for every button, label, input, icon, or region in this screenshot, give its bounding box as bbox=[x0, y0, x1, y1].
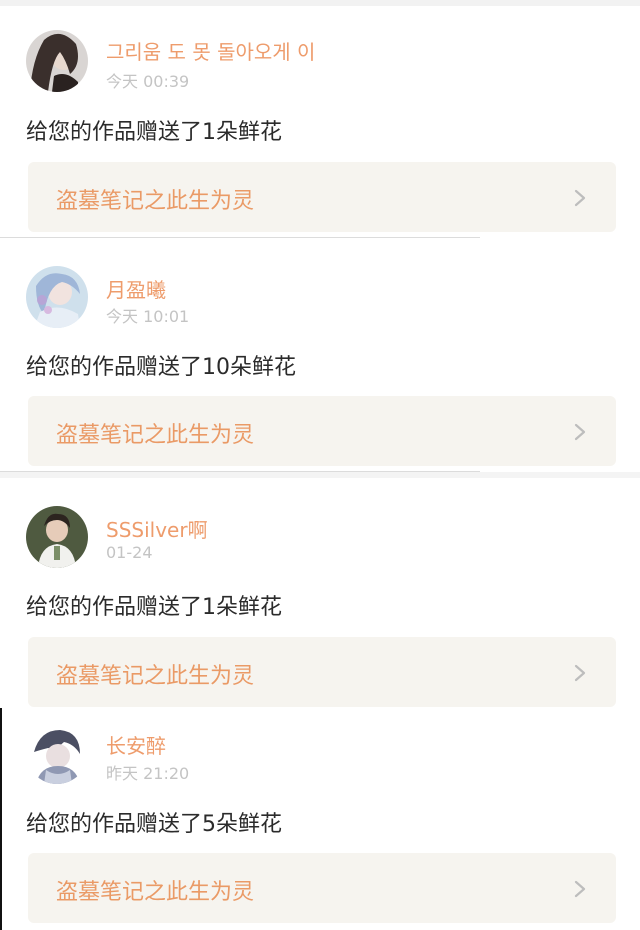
avatar[interactable] bbox=[26, 266, 88, 328]
item-divider bbox=[0, 237, 480, 238]
avatar[interactable] bbox=[26, 506, 88, 568]
username[interactable]: SSSilver啊 bbox=[106, 514, 208, 543]
avatar-illustrated-girl-image bbox=[26, 266, 88, 328]
notification-item: 长安醉 昨天 21:20 给您的作品赠送了5朵鲜花 盗墓笔记之此生为灵 bbox=[0, 708, 640, 930]
flower-gift-notification-feed: 그리움 도 못 돌아오게 이 今天 00:39 给您的作品赠送了1朵鲜花 盗墓笔… bbox=[0, 0, 640, 930]
notification-item: 月盈曦 今天 10:01 给您的作品赠送了10朵鲜花 盗墓笔记之此生为灵 bbox=[0, 240, 640, 470]
timestamp: 今天 10:01 bbox=[106, 307, 190, 326]
avatar-person-photo-image bbox=[26, 506, 88, 568]
notification-item: 그리움 도 못 돌아오게 이 今天 00:39 给您的作品赠送了1朵鲜花 盗墓笔… bbox=[0, 0, 640, 236]
work-title: 盗墓笔记之此生为灵 bbox=[56, 880, 255, 905]
screenshot-edge-divider bbox=[0, 708, 2, 930]
chevron-right-icon bbox=[574, 880, 586, 898]
chevron-right-icon bbox=[574, 423, 586, 441]
gift-message: 给您的作品赠送了10朵鲜花 bbox=[26, 355, 296, 380]
work-link-card[interactable]: 盗墓笔记之此生为灵 bbox=[28, 162, 616, 232]
work-title: 盗墓笔记之此生为灵 bbox=[56, 423, 255, 448]
username[interactable]: 그리움 도 못 돌아오게 이 bbox=[106, 36, 315, 65]
avatar-anime-character-image bbox=[26, 722, 88, 784]
work-link-card[interactable]: 盗墓笔记之此生为灵 bbox=[28, 637, 616, 707]
chevron-right-icon bbox=[574, 664, 586, 682]
avatar[interactable] bbox=[26, 30, 88, 92]
gift-message: 给您的作品赠送了5朵鲜花 bbox=[26, 812, 282, 837]
timestamp: 01-24 bbox=[106, 543, 153, 562]
gift-message: 给您的作品赠送了1朵鲜花 bbox=[26, 120, 282, 145]
work-title: 盗墓笔记之此生为灵 bbox=[56, 664, 255, 689]
timestamp: 今天 00:39 bbox=[106, 72, 190, 91]
work-title: 盗墓笔记之此生为灵 bbox=[56, 189, 255, 214]
username[interactable]: 月盈曦 bbox=[106, 274, 166, 303]
avatar-girl-dark-hair-image bbox=[26, 30, 88, 92]
gift-message: 给您的作品赠送了1朵鲜花 bbox=[26, 595, 282, 620]
chevron-right-icon bbox=[574, 189, 586, 207]
username[interactable]: 长安醉 bbox=[106, 730, 166, 759]
timestamp: 昨天 21:20 bbox=[106, 764, 190, 783]
work-link-card[interactable]: 盗墓笔记之此生为灵 bbox=[28, 853, 616, 923]
avatar[interactable] bbox=[26, 722, 88, 784]
work-link-card[interactable]: 盗墓笔记之此生为灵 bbox=[28, 396, 616, 466]
notification-item: SSSilver啊 01-24 给您的作品赠送了1朵鲜花 盗墓笔记之此生为灵 bbox=[0, 478, 640, 708]
